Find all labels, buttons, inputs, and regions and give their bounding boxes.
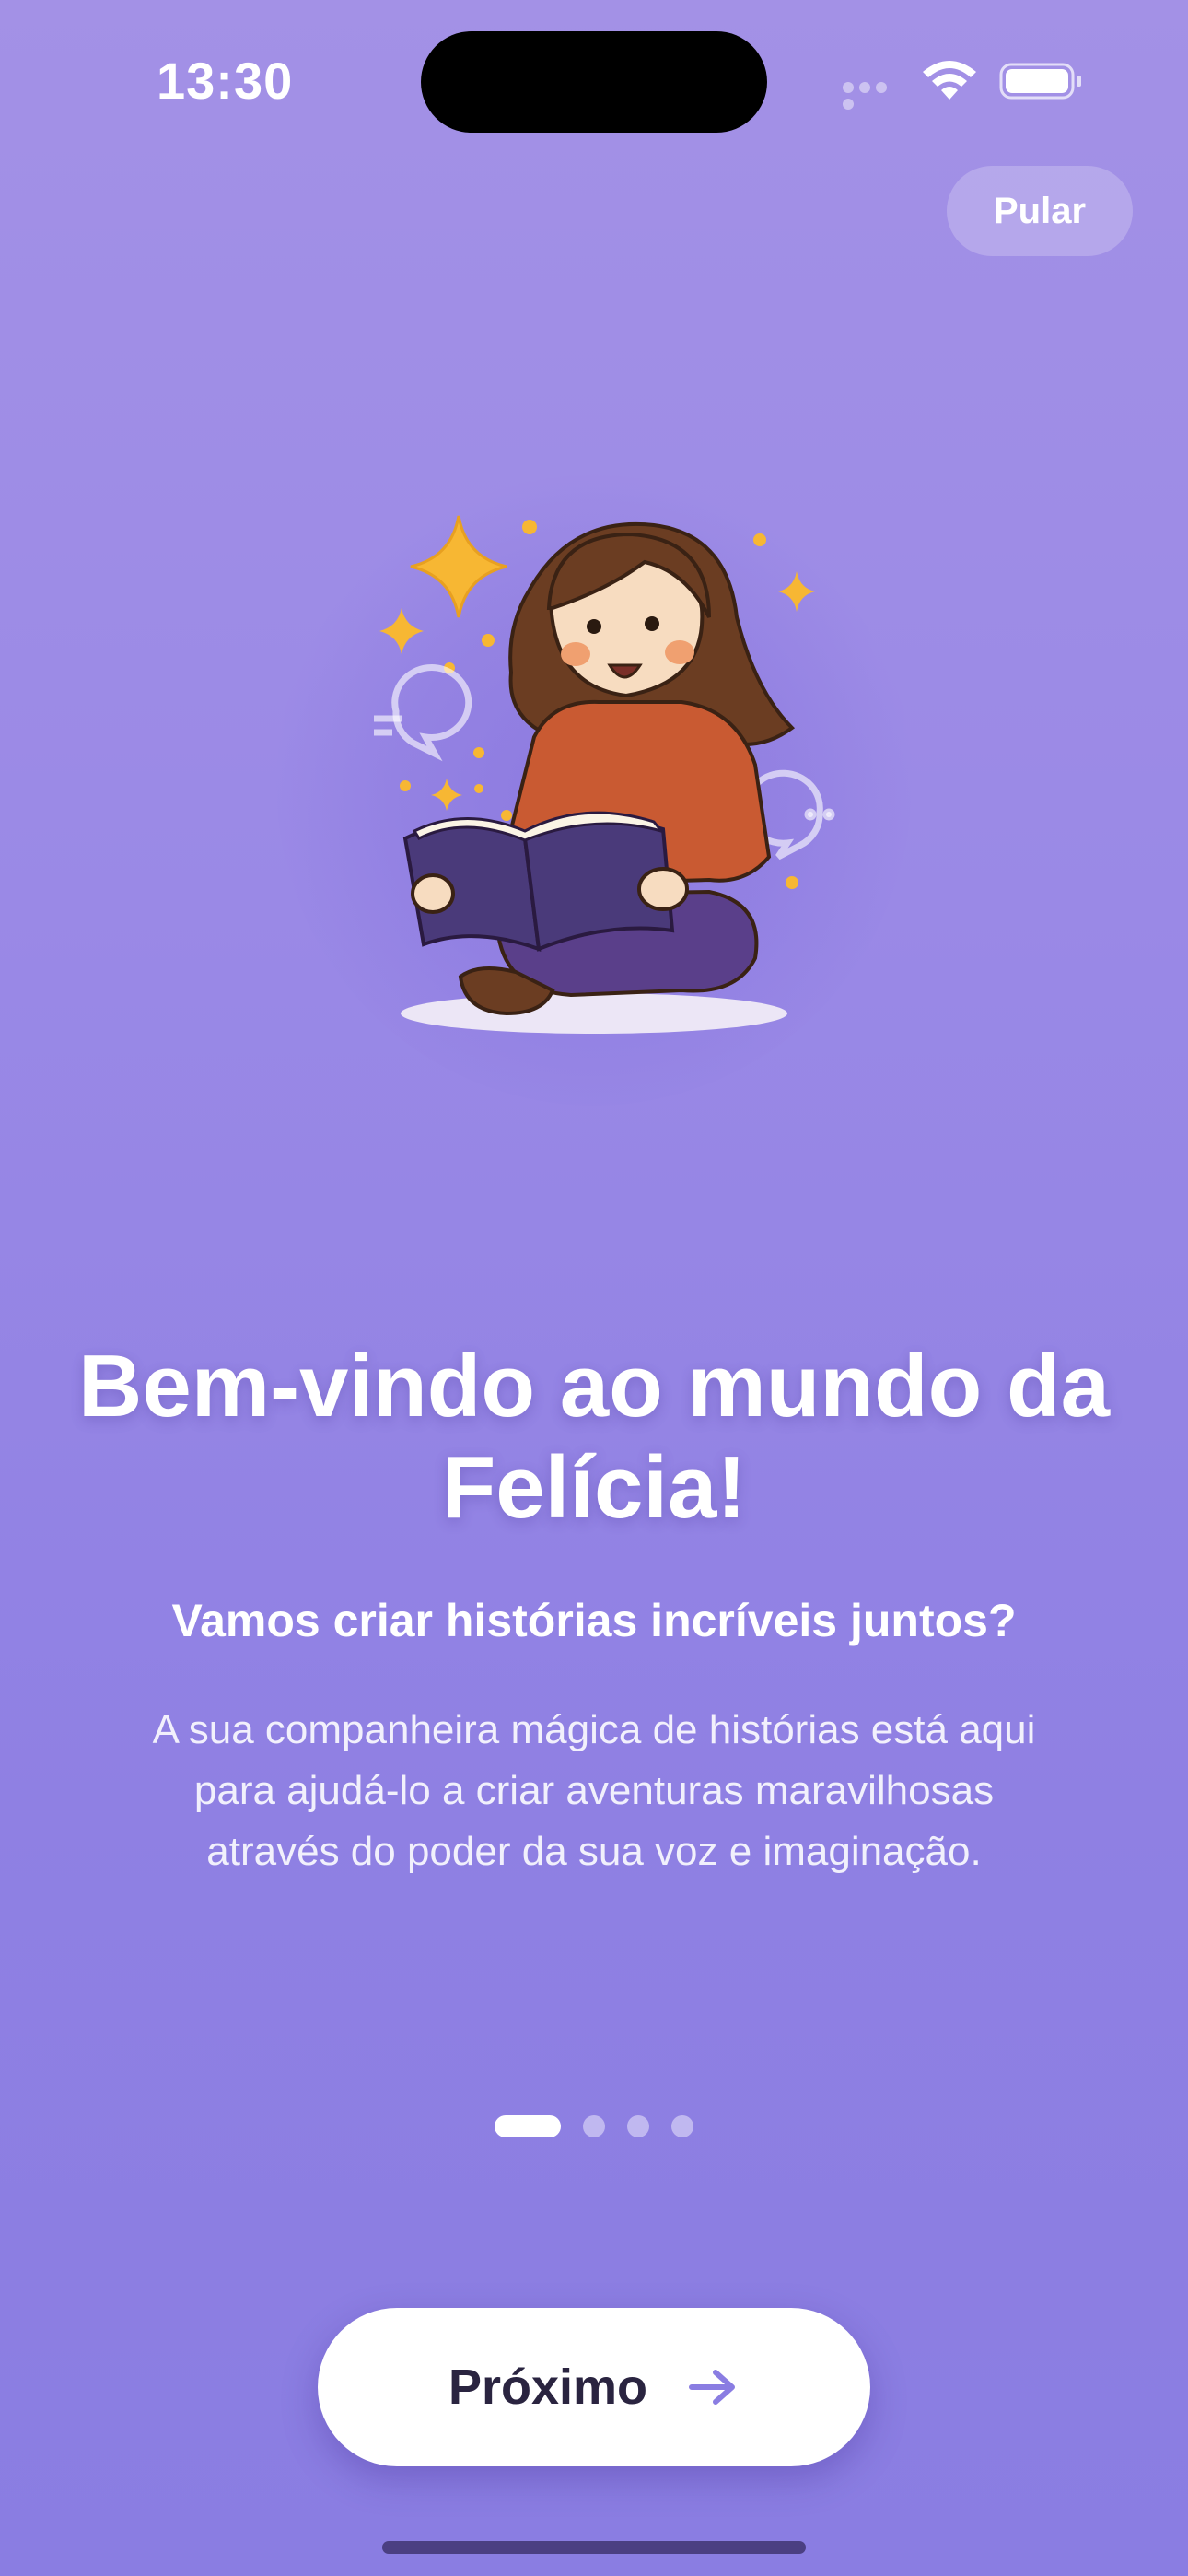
page-indicator [495,2115,716,2137]
arrow-right-icon [689,2370,736,2405]
page-dot-4[interactable] [671,2115,693,2137]
page-dot-2[interactable] [583,2115,605,2137]
welcome-description: A sua companheira mágica de histórias es… [152,1707,1036,1874]
welcome-title: Bem-vindo ao mundo da Felícia! [77,1337,1111,1537]
chat-bubble-icon [374,664,472,762]
status-bar: 13:30 [0,0,1188,166]
sparkle-icon [410,515,507,618]
page-dot-1[interactable] [495,2115,561,2137]
home-indicator [382,2541,806,2554]
wifi-icon [923,61,976,100]
page-dot-3[interactable] [627,2115,649,2137]
girl-reading-illustration [374,515,835,1034]
next-button[interactable]: Próximo [318,2308,870,2466]
hero-illustration [276,461,912,1106]
dynamic-island [421,31,767,133]
battery-icon [999,63,1081,100]
next-button-label: Próximo [448,2359,648,2415]
skip-button[interactable]: Pular [947,166,1133,256]
status-time: 13:30 [157,52,294,110]
cellular-signal-icon [843,81,907,110]
welcome-subtitle: Vamos criar histórias incríveis juntos? [171,1595,1017,1646]
